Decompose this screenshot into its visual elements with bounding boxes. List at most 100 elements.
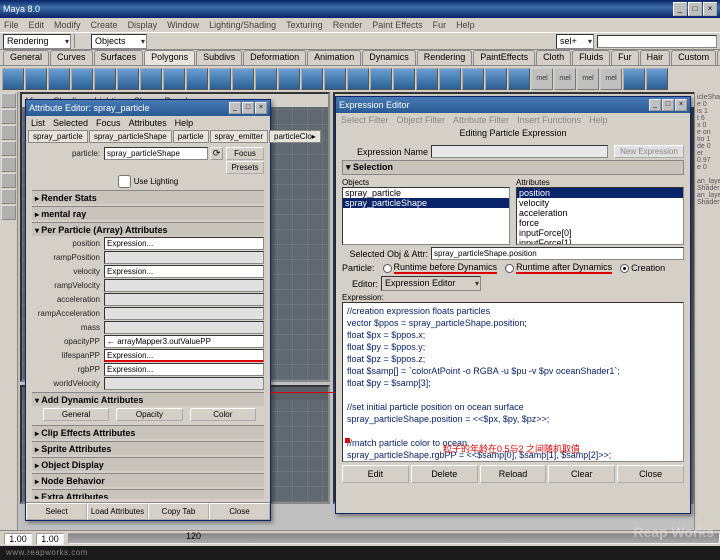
mode-dropdown[interactable]: Rendering xyxy=(3,34,71,49)
menu-item[interactable]: Display xyxy=(128,20,158,30)
shelf-tab[interactable]: Hair xyxy=(640,50,671,65)
attributes-listbox[interactable]: position velocity acceleration force inp… xyxy=(516,187,684,245)
list-item[interactable]: inputForce[0] xyxy=(517,228,683,238)
shelf-icon[interactable] xyxy=(416,68,438,90)
shelf-icon[interactable] xyxy=(462,68,484,90)
close-button[interactable]: × xyxy=(703,2,717,16)
list-item[interactable]: spray_particle xyxy=(343,188,509,198)
attr-row-field[interactable]: Expression... xyxy=(104,349,264,362)
expr-name-field[interactable] xyxy=(431,145,608,158)
range-field[interactable]: 1.00 xyxy=(36,533,64,545)
shelf-icon[interactable] xyxy=(324,68,346,90)
select-button[interactable]: Select xyxy=(26,503,87,520)
opacity-button[interactable]: Opacity xyxy=(116,408,182,421)
attr-row-field[interactable] xyxy=(104,377,264,390)
attr-tab[interactable]: spray_emitter xyxy=(210,130,268,143)
shelf-icon[interactable] xyxy=(48,68,70,90)
attr-row-field[interactable]: ← arrayMapper3.outValuePP xyxy=(104,335,264,348)
attr-row-field[interactable] xyxy=(104,251,264,264)
reload-button[interactable]: Reload xyxy=(480,465,547,483)
menu-item[interactable]: Create xyxy=(91,20,118,30)
close-button[interactable]: Close xyxy=(209,503,270,520)
minimize-icon[interactable]: _ xyxy=(229,102,241,114)
close-icon[interactable]: × xyxy=(675,99,687,111)
menu-item[interactable]: Texturing xyxy=(286,20,323,30)
shelf-icon[interactable] xyxy=(94,68,116,90)
objects-dropdown[interactable]: Objects xyxy=(91,34,147,49)
presets-button[interactable]: Presets xyxy=(226,161,264,174)
tool-icon[interactable] xyxy=(1,173,16,188)
section-per-particle[interactable]: Per Particle (Array) Attributes xyxy=(32,222,264,236)
attr-row-field[interactable] xyxy=(104,279,264,292)
section-clip[interactable]: Clip Effects Attributes xyxy=(32,425,264,439)
shelf-icon[interactable] xyxy=(301,68,323,90)
selection-section[interactable]: Selection xyxy=(342,160,684,175)
shelf-icon[interactable] xyxy=(393,68,415,90)
menu-item[interactable]: Focus xyxy=(96,118,121,128)
shelf-tab[interactable]: Custom xyxy=(671,50,716,65)
runtime-after-radio[interactable]: Runtime after Dynamics xyxy=(505,262,612,274)
menu-item[interactable]: Help xyxy=(175,118,194,128)
menu-item[interactable]: Insert Functions xyxy=(517,115,581,125)
attr-tab[interactable]: particle xyxy=(173,130,209,143)
lasso-tool-icon[interactable] xyxy=(1,109,16,124)
shelf-tab[interactable]: General xyxy=(3,50,49,65)
shelf-icon[interactable] xyxy=(485,68,507,90)
menu-item[interactable]: Help xyxy=(456,20,475,30)
expression-textarea[interactable]: //creation expression floats particles v… xyxy=(342,302,684,462)
list-item[interactable]: acceleration xyxy=(517,208,683,218)
shelf-icon[interactable] xyxy=(71,68,93,90)
color-button[interactable]: Color xyxy=(190,408,256,421)
section-extra[interactable]: Extra Attributes xyxy=(32,489,264,499)
menu-item[interactable]: File xyxy=(4,20,19,30)
menu-item[interactable]: Render xyxy=(333,20,363,30)
shelf-icon[interactable] xyxy=(25,68,47,90)
panel-titlebar[interactable]: Expression Editor _ □ × xyxy=(336,97,690,113)
tool-icon[interactable] xyxy=(1,205,16,220)
menu-item[interactable]: Modify xyxy=(54,20,81,30)
rotate-tool-icon[interactable] xyxy=(1,141,16,156)
shelf-icon[interactable] xyxy=(646,68,668,90)
maximize-icon[interactable]: □ xyxy=(242,102,254,114)
shelf-mel-icon[interactable]: mel xyxy=(554,68,576,90)
timeline-slider[interactable]: 120 xyxy=(68,533,720,544)
menu-item[interactable]: Select Filter xyxy=(341,115,389,125)
sel-obj-attr-field[interactable]: spray_particleShape.position xyxy=(431,247,684,260)
shelf-tab[interactable]: Surfaces xyxy=(94,50,144,65)
scale-tool-icon[interactable] xyxy=(1,157,16,172)
menu-item[interactable]: Attribute Filter xyxy=(453,115,509,125)
shelf-tab[interactable]: Subdivs xyxy=(196,50,242,65)
section-mental-ray[interactable]: mental ray xyxy=(32,206,264,220)
minimize-button[interactable]: _ xyxy=(673,2,687,16)
tool-icon[interactable] xyxy=(1,189,16,204)
shelf-tab[interactable]: Rendering xyxy=(417,50,473,65)
list-item[interactable]: velocity xyxy=(517,198,683,208)
sel-dropdown[interactable]: sel+ xyxy=(556,34,594,49)
new-expression-button[interactable]: New Expression xyxy=(614,145,684,158)
shelf-icon[interactable] xyxy=(186,68,208,90)
attr-tab[interactable]: particleClo▸ xyxy=(269,130,321,143)
shelf-mel-icon[interactable]: mel xyxy=(531,68,553,90)
attr-row-field[interactable]: Expression... xyxy=(104,265,264,278)
panel-titlebar[interactable]: Attribute Editor: spray_particle _ □ × xyxy=(26,100,270,116)
section-render-stats[interactable]: Render Stats xyxy=(32,190,264,204)
range-start-field[interactable]: 1.00 xyxy=(4,533,32,545)
shelf-icon[interactable] xyxy=(278,68,300,90)
objects-listbox[interactable]: spray_particle spray_particleShape xyxy=(342,187,510,245)
go-icon[interactable]: ⟳ xyxy=(210,147,223,160)
section-add-dynamic[interactable]: Add Dynamic Attributes xyxy=(32,392,264,406)
shelf-icon[interactable] xyxy=(623,68,645,90)
shelf-tab[interactable]: PaintEffects xyxy=(473,50,535,65)
attr-row-field[interactable]: Expression... xyxy=(104,363,264,376)
edit-button[interactable]: Edit xyxy=(342,465,409,483)
shelf-icon[interactable] xyxy=(255,68,277,90)
menu-item[interactable]: Lighting/Shading xyxy=(209,20,276,30)
menu-item[interactable]: Attributes xyxy=(129,118,167,128)
minimize-icon[interactable]: _ xyxy=(649,99,661,111)
move-tool-icon[interactable] xyxy=(1,125,16,140)
delete-button[interactable]: Delete xyxy=(411,465,478,483)
section-node-behavior[interactable]: Node Behavior xyxy=(32,473,264,487)
shelf-tab[interactable]: Curves xyxy=(50,50,93,65)
shelf-icon[interactable] xyxy=(508,68,530,90)
shelf-tab[interactable]: Cloth xyxy=(536,50,571,65)
